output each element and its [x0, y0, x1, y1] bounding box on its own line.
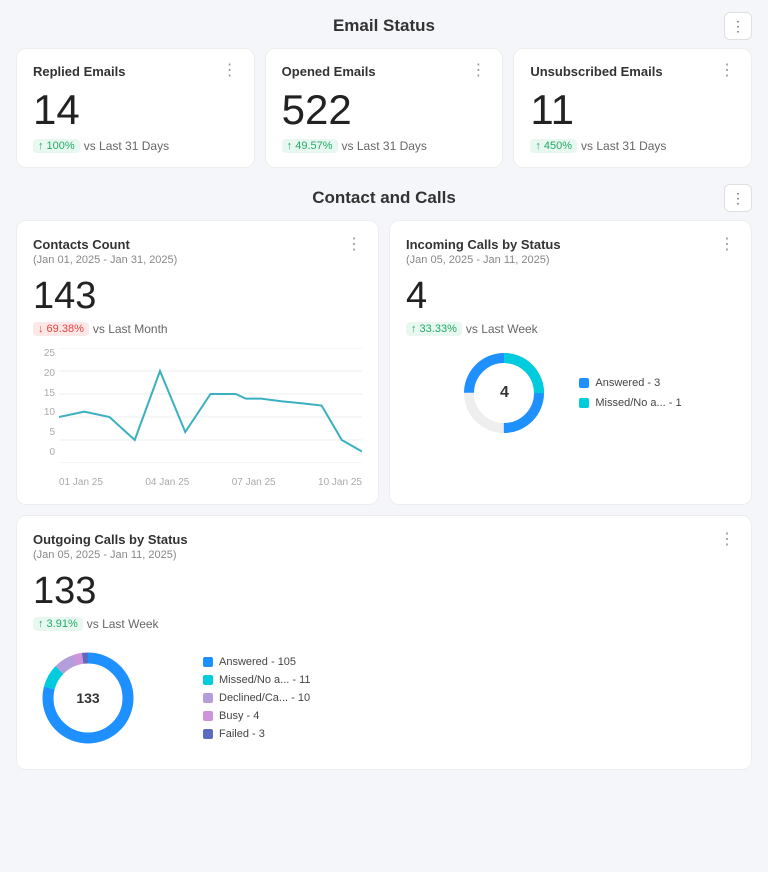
replied-emails-badge: ↑ 100%	[33, 139, 80, 153]
outgoing-calls-title: Outgoing Calls by Status	[33, 532, 188, 547]
outgoing-calls-change: ↑ 3.91% vs Last Week	[33, 617, 735, 631]
outgoing-calls-legend: Answered - 105 Missed/No a... - 11 Decli…	[203, 656, 311, 740]
legend-dot-failed-out	[203, 729, 213, 739]
incoming-calls-donut-label: 4	[500, 384, 509, 402]
contact-calls-title: Contact and Calls	[312, 188, 456, 208]
incoming-calls-donut: 4	[459, 348, 549, 438]
outgoing-calls-card: Outgoing Calls by Status (Jan 05, 2025 -…	[16, 515, 752, 770]
incoming-calls-value: 4	[406, 276, 735, 318]
contacts-count-title: Contacts Count	[33, 237, 177, 252]
opened-emails-title: Opened Emails	[282, 64, 376, 79]
contact-calls-row: Contacts Count (Jan 01, 2025 - Jan 31, 2…	[16, 220, 752, 505]
unsubscribed-emails-change: ↑ 450% vs Last 31 Days	[530, 139, 735, 153]
unsubscribed-emails-value: 11	[530, 87, 735, 133]
legend-dot-answered-out	[203, 657, 213, 667]
unsubscribed-emails-comparison: vs Last 31 Days	[581, 139, 666, 153]
opened-emails-badge: ↑ 49.57%	[282, 139, 338, 153]
outgoing-calls-donut-section: 133 Answered - 105 Missed/No a... - 11 D…	[33, 643, 735, 753]
contacts-count-value: 143	[33, 276, 362, 318]
replied-emails-value: 14	[33, 87, 238, 133]
incoming-calls-badge: ↑ 33.33%	[406, 322, 462, 336]
outgoing-calls-badge: ↑ 3.91%	[33, 617, 83, 631]
incoming-calls-legend: Answered - 3 Missed/No a... - 1	[579, 377, 681, 409]
unsubscribed-emails-badge: ↑ 450%	[530, 139, 577, 153]
replied-emails-title: Replied Emails	[33, 64, 125, 79]
outgoing-calls-menu[interactable]: ⋮	[719, 532, 735, 548]
legend-dot-busy-out	[203, 711, 213, 721]
legend-item-missed-out: Missed/No a... - 11	[203, 674, 311, 686]
replied-emails-change: ↑ 100% vs Last 31 Days	[33, 139, 238, 153]
unsubscribed-emails-menu[interactable]: ⋮	[719, 63, 735, 79]
legend-item-answered-out: Answered - 105	[203, 656, 311, 668]
email-status-header: Email Status ⋮	[16, 16, 752, 36]
legend-label-missed-out: Missed/No a... - 11	[219, 674, 311, 686]
opened-emails-card: Opened Emails ⋮ 522 ↑ 49.57% vs Last 31 …	[265, 48, 504, 168]
outgoing-calls-subtitle: (Jan 05, 2025 - Jan 11, 2025)	[33, 549, 188, 561]
replied-emails-menu[interactable]: ⋮	[222, 63, 238, 79]
outgoing-calls-donut: 133	[33, 643, 143, 753]
contact-calls-menu-button[interactable]: ⋮	[724, 184, 752, 212]
legend-item-busy-out: Busy - 4	[203, 710, 311, 722]
contacts-count-subtitle: (Jan 01, 2025 - Jan 31, 2025)	[33, 254, 177, 266]
email-status-menu-button[interactable]: ⋮	[724, 12, 752, 40]
opened-emails-menu[interactable]: ⋮	[470, 63, 486, 79]
opened-emails-value: 522	[282, 87, 487, 133]
outgoing-calls-donut-label: 133	[76, 690, 99, 706]
outgoing-calls-comparison: vs Last Week	[87, 617, 159, 631]
legend-dot-declined-out	[203, 693, 213, 703]
chart-x-labels: 01 Jan 25 04 Jan 25 07 Jan 25 10 Jan 25	[59, 477, 362, 488]
unsubscribed-emails-card: Unsubscribed Emails ⋮ 11 ↑ 450% vs Last …	[513, 48, 752, 168]
replied-emails-card: Replied Emails ⋮ 14 ↑ 100% vs Last 31 Da…	[16, 48, 255, 168]
incoming-calls-card: Incoming Calls by Status (Jan 05, 2025 -…	[389, 220, 752, 505]
replied-emails-comparison: vs Last 31 Days	[84, 139, 169, 153]
incoming-calls-subtitle: (Jan 05, 2025 - Jan 11, 2025)	[406, 254, 561, 266]
email-status-title: Email Status	[333, 16, 435, 36]
legend-label-failed-out: Failed - 3	[219, 728, 265, 740]
legend-dot-missed	[579, 398, 589, 408]
contacts-count-badge: ↓ 69.38%	[33, 322, 89, 336]
opened-emails-change: ↑ 49.57% vs Last 31 Days	[282, 139, 487, 153]
legend-label-declined-out: Declined/Ca... - 10	[219, 692, 310, 704]
incoming-calls-donut-section: 4 Answered - 3 Missed/No a... - 1	[406, 348, 735, 438]
legend-label-missed: Missed/No a... - 1	[595, 397, 681, 409]
contacts-line-chart: 25 20 15 10 5 0	[33, 348, 362, 488]
incoming-calls-title: Incoming Calls by Status	[406, 237, 561, 252]
incoming-calls-menu[interactable]: ⋮	[719, 237, 735, 253]
chart-y-labels: 25 20 15 10 5 0	[33, 348, 55, 458]
incoming-calls-change: ↑ 33.33% vs Last Week	[406, 322, 735, 336]
legend-item-answered: Answered - 3	[579, 377, 681, 389]
legend-dot-answered	[579, 378, 589, 388]
legend-dot-missed-out	[203, 675, 213, 685]
email-cards-row: Replied Emails ⋮ 14 ↑ 100% vs Last 31 Da…	[16, 48, 752, 168]
outgoing-calls-value: 133	[33, 571, 735, 613]
legend-item-declined-out: Declined/Ca... - 10	[203, 692, 311, 704]
contacts-count-card: Contacts Count (Jan 01, 2025 - Jan 31, 2…	[16, 220, 379, 505]
legend-item-failed-out: Failed - 3	[203, 728, 311, 740]
contacts-count-comparison: vs Last Month	[93, 322, 168, 336]
contacts-count-change: ↓ 69.38% vs Last Month	[33, 322, 362, 336]
legend-label-busy-out: Busy - 4	[219, 710, 259, 722]
contacts-count-menu[interactable]: ⋮	[346, 237, 362, 253]
legend-label-answered-out: Answered - 105	[219, 656, 296, 668]
unsubscribed-emails-title: Unsubscribed Emails	[530, 64, 662, 79]
legend-item-missed: Missed/No a... - 1	[579, 397, 681, 409]
contact-calls-header: Contact and Calls ⋮	[16, 188, 752, 208]
incoming-calls-comparison: vs Last Week	[466, 322, 538, 336]
opened-emails-comparison: vs Last 31 Days	[342, 139, 427, 153]
legend-label-answered: Answered - 3	[595, 377, 660, 389]
